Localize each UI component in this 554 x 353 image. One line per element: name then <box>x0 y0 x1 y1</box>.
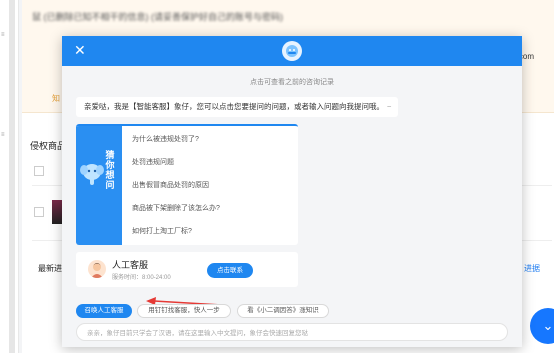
section-title: 侵权商品 <box>30 141 67 151</box>
rail-icon: ≡ <box>1 32 5 38</box>
chevron-down-icon: ⌄ <box>542 318 554 333</box>
close-icon[interactable]: ✕ <box>74 42 86 58</box>
human-agent-card: 人工客服 服务时间：8:00-24:00 点击联系 <box>76 252 298 287</box>
agent-hours: 服务时间：8:00-24:00 <box>112 275 171 281</box>
dingtalk-button[interactable]: 用钉钉找客服，快人一步 <box>137 304 231 318</box>
faq-side-banner: 猜你想问 <box>76 126 122 245</box>
rail-icon: ≡ <box>1 132 5 138</box>
scrollbar[interactable] <box>9 0 15 353</box>
faq-item[interactable]: 商品被下架删除了该怎么办? <box>132 203 220 213</box>
agent-name: 人工客服 <box>112 260 149 270</box>
contact-agent-button[interactable]: 点击联系 <box>207 263 253 278</box>
elephant-mascot-icon <box>80 164 104 185</box>
bot-greeting-bubble: 亲爱哒，我是【智能客服】象仔，您可以点击您要提问的问题，或者输入问题向我提问哦。… <box>76 97 398 117</box>
elephant-bot-icon <box>286 45 298 57</box>
history-hint[interactable]: 点击可查看之前的咨询记录 <box>62 77 522 87</box>
bot-avatar-icon <box>282 41 302 61</box>
faq-card: 猜你想问 为什么被违规处罚了? 处罚违规问题 出售假冒商品处罚的原因 商品被下架… <box>76 124 298 245</box>
agent-avatar <box>88 260 106 278</box>
person-icon <box>91 263 103 278</box>
chat-header: ✕ <box>62 36 522 66</box>
chat-modal: ✕ 点击可查看之前的咨询记录 亲爱哒，我是【智能客服】象仔，您可以点击您要提问的… <box>62 36 522 347</box>
faq-item[interactable]: 如何打上淘工厂标? <box>132 226 192 236</box>
greeting-text: 亲爱哒，我是【智能客服】象仔，您可以点击您要提问的问题，或者输入问题向我提问哦。 <box>84 102 384 111</box>
faq-item[interactable]: 为什么被违规处罚了? <box>132 134 199 144</box>
greeting-more: ~ <box>387 102 392 111</box>
knowledge-button[interactable]: 看《小二调因答》涨知识 <box>237 304 329 318</box>
faq-side-label: 猜你想问 <box>105 150 115 190</box>
faq-item[interactable]: 处罚违规问题 <box>132 157 174 167</box>
row-checkbox[interactable] <box>34 207 44 217</box>
row-link[interactable]: 进据 <box>524 263 540 274</box>
notice-link[interactable]: 知 <box>52 93 60 104</box>
summon-agent-button[interactable]: 召唤人工客服 <box>76 304 132 318</box>
notice-text: 鼠 (已删除已知不相干的信息) (请妥善保护好自己的账号与密码) <box>32 12 283 22</box>
faq-item[interactable]: 出售假冒商品处罚的原因 <box>132 180 209 190</box>
chat-input[interactable] <box>85 324 509 342</box>
row-checkbox[interactable] <box>34 166 44 176</box>
left-rail: ≡ ≡ <box>0 0 19 353</box>
chat-input-box <box>76 323 509 342</box>
row-label: 最新进 <box>38 264 62 273</box>
